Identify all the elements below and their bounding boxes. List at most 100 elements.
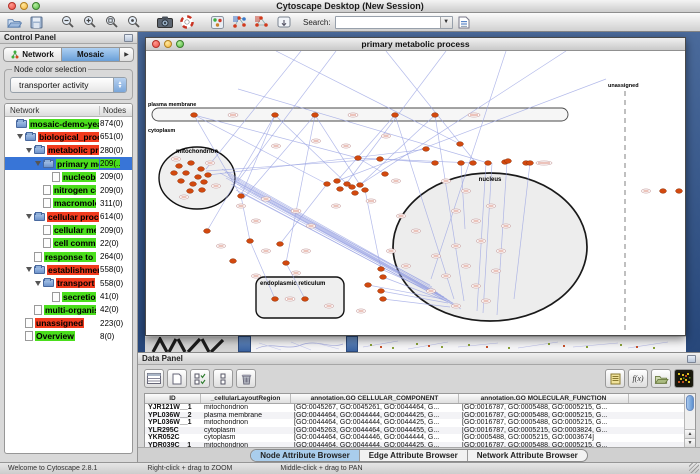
graph-node[interactable] <box>191 113 198 118</box>
tree-row[interactable]: biological_process651(0) <box>5 130 132 143</box>
matrix-view-button[interactable] <box>674 369 694 388</box>
graph-node[interactable] <box>392 113 399 118</box>
analyze-network-1-button[interactable] <box>229 14 250 31</box>
table-row[interactable]: YLR295Ccytoplasm[GO:0045263, GO:0044464,… <box>145 427 684 435</box>
graph-node[interactable] <box>312 113 319 118</box>
scrollbar-thumb[interactable] <box>686 395 694 411</box>
graph-node[interactable] <box>238 194 245 199</box>
tree-row[interactable]: nitrogen compo209(0) <box>5 183 132 196</box>
table-row[interactable]: YPL036W__2plasma membrane[GO:0044464, GO… <box>145 412 684 420</box>
column-header[interactable]: ID <box>145 394 201 403</box>
annotation-button[interactable] <box>273 14 294 31</box>
graph-node[interactable] <box>505 159 512 164</box>
select-attributes-button[interactable] <box>190 369 210 388</box>
graph-node[interactable] <box>380 275 387 280</box>
tree-row[interactable]: mosaic-demo-yeast874(0) <box>5 117 132 130</box>
node-color-dropdown[interactable]: transporter activity ▲▼ <box>10 77 127 93</box>
graph-node[interactable] <box>470 161 477 166</box>
expander-icon[interactable] <box>35 161 41 166</box>
graph-node[interactable] <box>178 179 185 184</box>
expander-icon[interactable] <box>26 214 32 219</box>
tree-row[interactable]: establishment of lo558(0) <box>5 263 132 276</box>
table-row[interactable]: YJR121W__1mitochondrion[GO:0045267, GO:0… <box>145 404 684 412</box>
graph-node[interactable] <box>247 239 254 244</box>
open-session-button[interactable] <box>4 14 25 31</box>
graph-node[interactable] <box>183 171 190 176</box>
tree-row[interactable]: nucleobase-209(0) <box>5 170 132 183</box>
help-button[interactable] <box>176 14 197 31</box>
attribute-table-button[interactable] <box>144 369 164 388</box>
zoom-out-button[interactable] <box>57 14 78 31</box>
network-canvas[interactable]: plasma membranecytoplasmmitochondrionnuc… <box>146 51 685 335</box>
unselect-attributes-button[interactable] <box>213 369 233 388</box>
graph-node[interactable] <box>283 261 290 266</box>
edge[interactable] <box>243 115 315 199</box>
graph-node[interactable] <box>660 189 667 194</box>
graph-node[interactable] <box>527 161 534 166</box>
scroll-down-icon[interactable]: ▼ <box>685 438 695 447</box>
tree-row[interactable]: multi-organism pro42(0) <box>5 303 132 316</box>
tree-row[interactable]: Overview8(0) <box>5 330 132 343</box>
tree-row[interactable]: macromolecule311(0) <box>5 197 132 210</box>
graph-node[interactable] <box>195 175 202 180</box>
tab-overflow-arrow[interactable]: ▶ <box>120 47 134 62</box>
graph-node[interactable] <box>365 283 372 288</box>
zoom-in-button[interactable] <box>79 14 100 31</box>
formula-builder-button[interactable]: f(x) <box>628 369 648 388</box>
background-window-3[interactable] <box>358 336 686 352</box>
column-header[interactable]: _cellularLayoutRegion <box>201 394 291 403</box>
tree-row[interactable]: cellular metabol209(0) <box>5 223 132 236</box>
graph-node[interactable] <box>302 297 309 302</box>
network-graph[interactable]: plasma membranecytoplasmmitochondrionnuc… <box>146 51 685 335</box>
graph-node[interactable] <box>188 161 195 166</box>
graph-node[interactable] <box>377 157 384 162</box>
detach-icon[interactable] <box>124 34 133 42</box>
graph-node[interactable] <box>349 185 356 190</box>
zoom-fit-button[interactable] <box>123 14 144 31</box>
frame-close-icon[interactable] <box>152 40 160 48</box>
import-table-button[interactable] <box>454 14 475 31</box>
graph-node[interactable] <box>205 173 212 178</box>
network-view-titlebar[interactable]: primary metabolic process <box>146 38 685 51</box>
graph-node[interactable] <box>190 182 197 187</box>
tree-row[interactable]: cellular process614(0) <box>5 210 132 223</box>
graph-node[interactable] <box>277 242 284 247</box>
attribute-notes-button[interactable] <box>605 369 625 388</box>
graph-node[interactable] <box>432 161 439 166</box>
tree-row[interactable]: secretion41(0) <box>5 290 132 303</box>
graph-node[interactable] <box>432 113 439 118</box>
tab-mosaic[interactable]: Mosaic <box>61 47 120 62</box>
search-dropdown-arrow[interactable]: ▼ <box>440 17 452 28</box>
edge[interactable] <box>241 196 250 241</box>
graph-node[interactable] <box>352 191 359 196</box>
graph-node[interactable] <box>324 182 331 187</box>
expander-icon[interactable] <box>26 148 32 153</box>
expander-icon[interactable] <box>26 267 32 272</box>
tree-row[interactable]: cell communicat22(0) <box>5 237 132 250</box>
graph-node[interactable] <box>382 172 389 177</box>
tree-row[interactable]: transport558(0) <box>5 277 132 290</box>
tab-node-attribute-browser[interactable]: Node Attribute Browser <box>251 450 360 461</box>
save-session-button[interactable] <box>26 14 47 31</box>
graph-node[interactable] <box>187 189 194 194</box>
background-window-2[interactable] <box>251 336 346 352</box>
graph-node[interactable] <box>272 113 279 118</box>
graph-node[interactable] <box>423 147 430 152</box>
graph-node[interactable] <box>176 164 183 169</box>
graph-node[interactable] <box>272 297 279 302</box>
tree-row[interactable]: metabolic process280(0) <box>5 144 132 157</box>
maximize-icon[interactable] <box>32 2 40 10</box>
background-window-3-edge[interactable] <box>346 336 358 352</box>
zoom-selected-button[interactable] <box>101 14 122 31</box>
graph-node[interactable] <box>458 161 465 166</box>
table-row[interactable]: YKR052Ccytoplasm[GO:0044464, GO:0044446,… <box>145 434 684 442</box>
tree-row[interactable]: response to stimul264(0) <box>5 250 132 263</box>
tab-network-attribute-browser[interactable]: Network Attribute Browser <box>468 450 587 461</box>
search-input[interactable] <box>336 17 440 28</box>
edge[interactable] <box>358 158 473 163</box>
tab-network[interactable]: Network <box>3 47 61 62</box>
graph-node[interactable] <box>357 183 364 188</box>
plasma-membrane-region[interactable] <box>152 108 568 121</box>
minimize-icon[interactable] <box>20 2 28 10</box>
delete-attribute-button[interactable] <box>236 369 256 388</box>
